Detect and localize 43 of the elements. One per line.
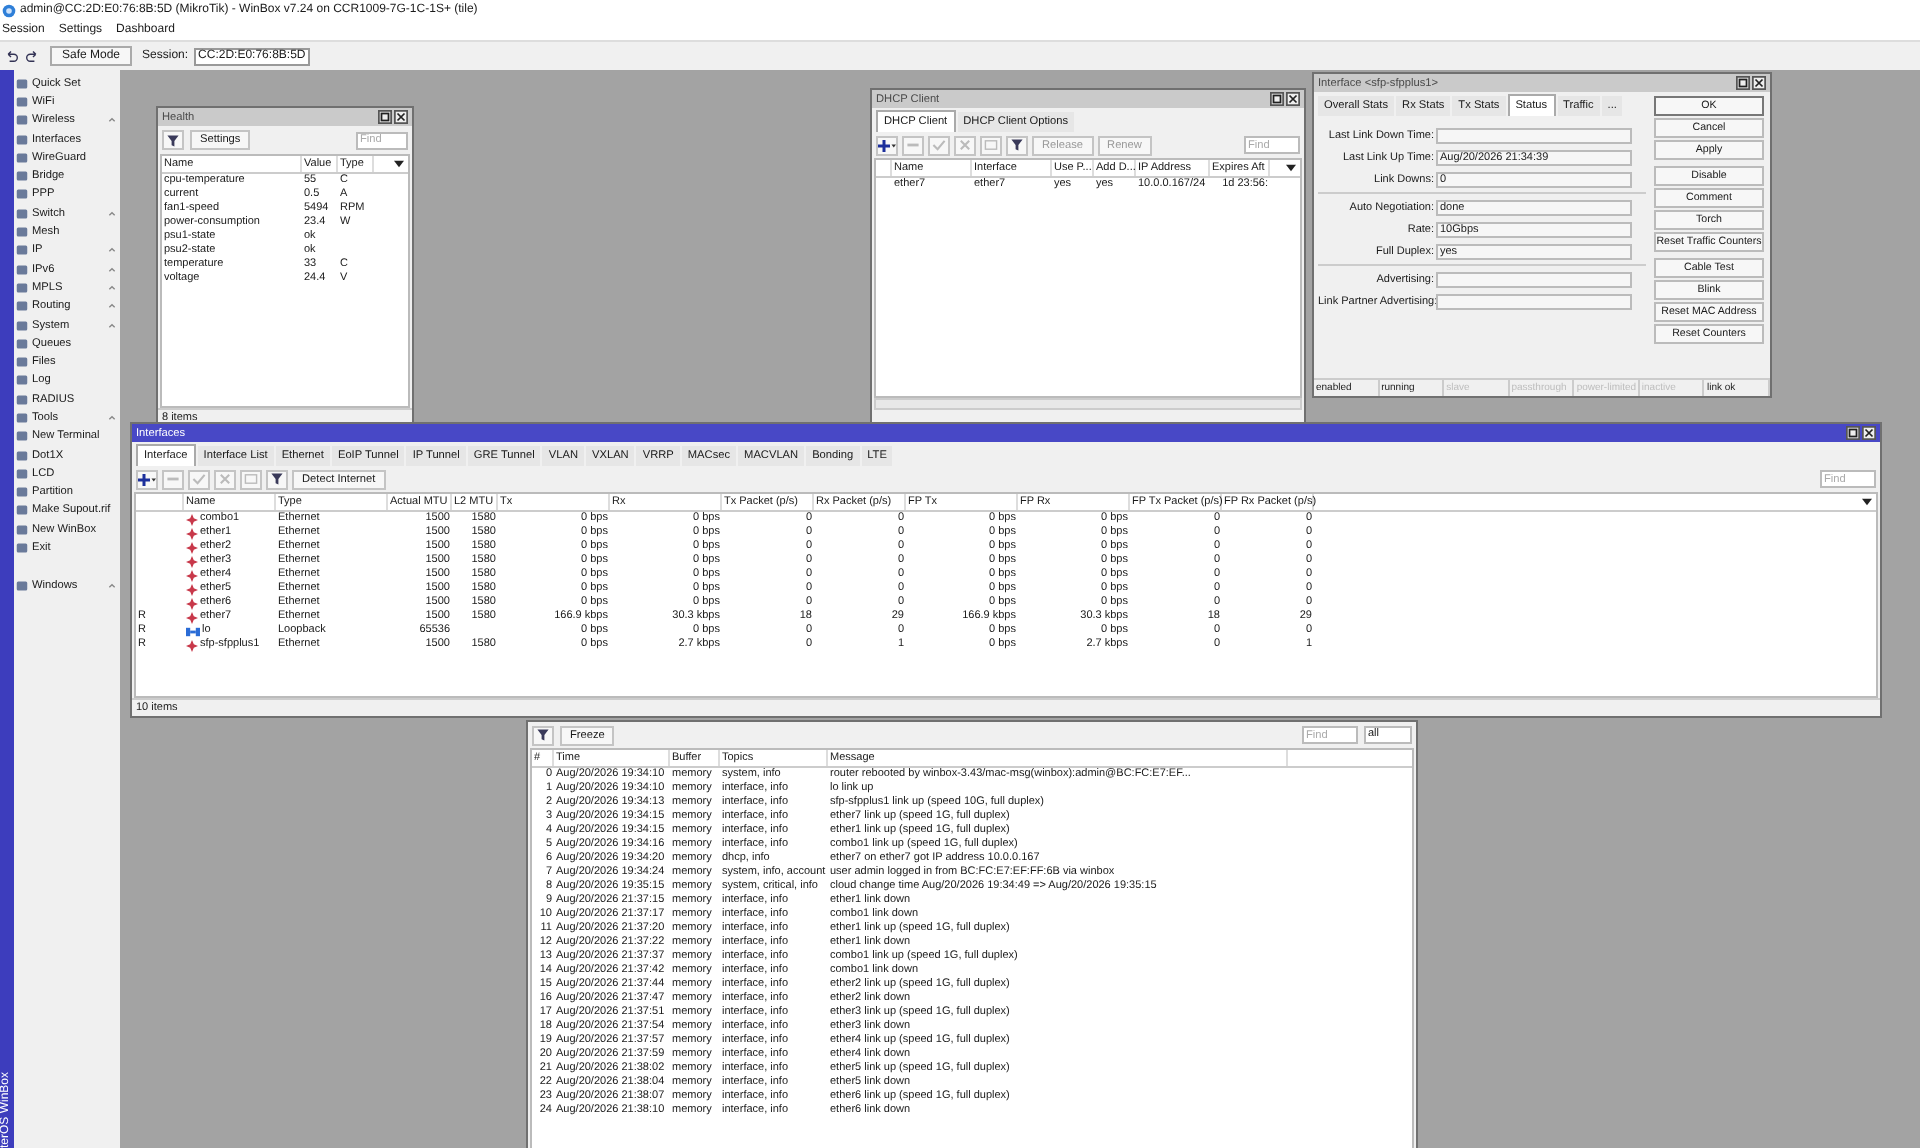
plus-icon xyxy=(138,471,156,487)
redo-button[interactable] xyxy=(24,47,40,65)
check-icon xyxy=(192,472,206,486)
restore-icon[interactable] xyxy=(1846,426,1860,440)
minus-icon xyxy=(166,472,180,486)
app-logo-icon xyxy=(2,3,16,17)
filter-icon xyxy=(166,133,180,147)
restore-icon[interactable] xyxy=(1736,76,1750,90)
plus-icon xyxy=(878,137,896,153)
cross-icon xyxy=(958,138,972,152)
filter-button[interactable] xyxy=(1006,135,1028,155)
filter-icon xyxy=(1010,138,1024,152)
redo-icon xyxy=(25,49,39,63)
text-field[interactable] xyxy=(1436,293,1632,309)
filter-button[interactable] xyxy=(162,130,184,150)
column-chooser-icon[interactable] xyxy=(1862,498,1872,506)
comment-icon xyxy=(244,472,258,486)
close-icon[interactable] xyxy=(1286,92,1300,106)
restore-icon[interactable] xyxy=(378,110,392,124)
text-field[interactable] xyxy=(1436,271,1632,287)
undo-icon xyxy=(3,49,17,63)
loopback-icon xyxy=(186,625,200,637)
add-button[interactable] xyxy=(876,135,898,155)
add-button[interactable] xyxy=(136,469,158,489)
minus-icon xyxy=(906,138,920,152)
filter-icon xyxy=(270,472,284,486)
column-chooser-icon[interactable] xyxy=(1286,164,1296,172)
cross-icon xyxy=(218,472,232,486)
comment-icon xyxy=(984,138,998,152)
close-icon[interactable] xyxy=(394,110,408,124)
filter-button[interactable] xyxy=(266,469,288,489)
filter-icon xyxy=(536,728,550,742)
check-icon xyxy=(932,138,946,152)
text-field[interactable] xyxy=(1436,127,1632,143)
undo-button[interactable] xyxy=(2,47,18,65)
ethernet-port-icon xyxy=(186,639,198,651)
close-icon[interactable] xyxy=(1752,76,1766,90)
filter-button[interactable] xyxy=(532,725,554,745)
menu-item-icon xyxy=(16,580,28,593)
close-icon[interactable] xyxy=(1862,426,1876,440)
column-chooser-icon[interactable] xyxy=(394,160,404,168)
scrollbar[interactable] xyxy=(874,398,1302,410)
restore-icon[interactable] xyxy=(1270,92,1284,106)
